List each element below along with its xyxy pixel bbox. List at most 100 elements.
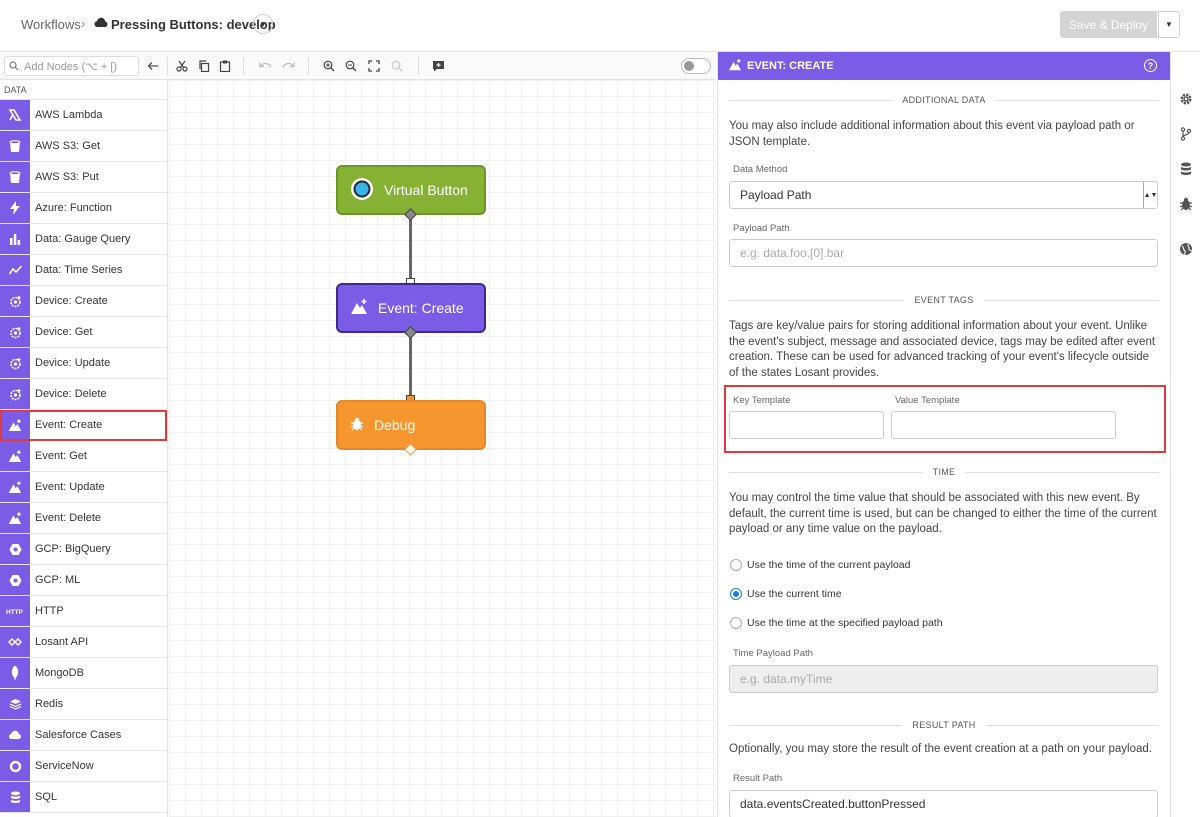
palette-item-data-gauge-query[interactable]: Data: Gauge Query <box>0 224 167 255</box>
time-option-payload[interactable]: Use the time of the current payload <box>730 559 910 571</box>
palette-item-event-delete[interactable]: Event: Delete <box>0 503 167 534</box>
event-icon <box>350 298 368 318</box>
undo-icon[interactable] <box>257 58 273 74</box>
palette-item-event-update[interactable]: Event: Update <box>0 472 167 503</box>
palette-item-mongodb[interactable]: MongoDB <box>0 658 167 689</box>
palette-item-servicenow[interactable]: ServiceNow <box>0 751 167 782</box>
palette-item-device-get[interactable]: Device: Get <box>0 317 167 348</box>
palette-item-label: Event: Delete <box>35 512 102 524</box>
data-method-label: Data Method <box>733 164 788 175</box>
palette-item-gcp-ml[interactable]: GCP: ML <box>0 565 167 596</box>
palette-item-label: Device: Create <box>35 295 108 307</box>
cut-icon[interactable] <box>174 58 190 74</box>
gear-icon[interactable] <box>1179 92 1193 106</box>
bucket-icon <box>0 131 30 161</box>
palette-item-http[interactable]: HTTP HTTP <box>0 596 167 627</box>
branch-icon[interactable] <box>1179 127 1193 141</box>
add-nodes-search[interactable]: Add Nodes (⌥ + [) <box>4 56 139 76</box>
add-comment-icon[interactable] <box>430 58 446 74</box>
fit-view-icon[interactable] <box>366 58 382 74</box>
redo-icon[interactable] <box>280 58 296 74</box>
key-template-label: Key Template <box>733 395 791 406</box>
deploy-options-dropdown[interactable]: ▼ <box>1158 11 1180 38</box>
palette-item-sql[interactable]: SQL <box>0 782 167 813</box>
palette-item-aws-s3-get[interactable]: AWS S3: Get <box>0 131 167 162</box>
bolt-icon <box>0 193 30 223</box>
database-icon <box>0 782 30 812</box>
ring-icon <box>0 751 30 781</box>
data-method-select[interactable]: Payload Path ▲▼ <box>729 181 1158 209</box>
time-option-path[interactable]: Use the time at the specified payload pa… <box>730 617 943 629</box>
radio-button-selected[interactable] <box>730 588 742 600</box>
palette-item-salesforce-cases[interactable]: Salesforce Cases <box>0 720 167 751</box>
palette-item-label: AWS S3: Get <box>35 140 101 152</box>
panel-header: EVENT: CREATE ? <box>718 52 1171 80</box>
time-help: You may control the time value that shou… <box>729 492 1157 535</box>
palette-item-label: Event: Get <box>35 450 87 462</box>
result-path-input[interactable]: data.eventsCreated.buttonPressed <box>729 790 1158 817</box>
palette-item-label: Redis <box>35 698 64 710</box>
debug-mode-toggle[interactable] <box>681 58 711 74</box>
payload-path-label: Payload Path <box>733 223 790 234</box>
paste-icon[interactable] <box>217 58 233 74</box>
palette-item-label: Data: Time Series <box>35 264 123 276</box>
zoom-reset-icon[interactable] <box>389 58 405 74</box>
palette-item-losant-api[interactable]: Losant API <box>0 627 167 658</box>
palette-item-device-delete[interactable]: Device: Delete <box>0 379 167 410</box>
palette-item-label: Azure: Function <box>35 202 113 214</box>
panel-title: EVENT: CREATE <box>747 60 834 72</box>
palette-item-label: Losant API <box>35 636 89 648</box>
event-icon <box>0 472 30 502</box>
palette-item-aws-s3-put[interactable]: AWS S3: Put <box>0 162 167 193</box>
event-icon <box>0 503 30 533</box>
collapse-palette-icon[interactable] <box>145 58 161 74</box>
key-template-input[interactable] <box>729 411 884 439</box>
database-icon[interactable] <box>1179 162 1193 176</box>
node-event-create[interactable]: Event: Create <box>336 283 486 333</box>
bar-chart-icon <box>0 224 30 254</box>
palette-item-event-create[interactable]: Event: Create <box>0 410 167 441</box>
chevron-down-icon: ▲▼ <box>1143 182 1157 208</box>
workflow-canvas[interactable]: Virtual Button Event: Create Debug <box>169 80 716 817</box>
palette-item-azure-function[interactable]: Azure: Function <box>0 193 167 224</box>
palette-item-event-get[interactable]: Event: Get <box>0 441 167 472</box>
palette-item-label: Device: Get <box>35 326 93 338</box>
event-icon <box>728 58 742 74</box>
time-option-current[interactable]: Use the current time <box>730 588 842 600</box>
zoom-in-icon[interactable] <box>321 58 337 74</box>
node-label: Debug <box>374 417 416 433</box>
side-rail <box>1170 52 1200 817</box>
palette-item-label: Data: Gauge Query <box>35 233 131 245</box>
workflow-version-dropdown[interactable]: ▼ <box>253 14 273 34</box>
add-nodes-placeholder: Add Nodes (⌥ + [) <box>24 60 118 73</box>
copy-icon[interactable] <box>196 58 212 74</box>
value-template-input[interactable] <box>891 411 1116 439</box>
palette-item-gcp-bigquery[interactable]: GCP: BigQuery <box>0 534 167 565</box>
globe-icon[interactable] <box>1179 242 1193 256</box>
palette-item-label: HTTP <box>35 605 64 617</box>
zoom-out-icon[interactable] <box>343 58 359 74</box>
palette-item-device-create[interactable]: Device: Create <box>0 286 167 317</box>
bug-icon <box>350 417 364 434</box>
palette-item-device-update[interactable]: Device: Update <box>0 348 167 379</box>
node-palette: DATA AWS Lambda AWS S3: Get AWS S3: Put Azu… <box>0 80 168 817</box>
palette-item-label: GCP: BigQuery <box>35 543 111 555</box>
event-icon <box>0 410 30 440</box>
palette-item-data-time-series[interactable]: Data: Time Series <box>0 255 167 286</box>
node-properties-panel: EVENT: CREATE ? ADDITIONAL DATA You may … <box>717 52 1171 817</box>
help-icon[interactable]: ? <box>1144 59 1157 72</box>
radio-button[interactable] <box>730 559 742 571</box>
palette-item-aws-lambda[interactable]: AWS Lambda <box>0 100 167 131</box>
bug-icon[interactable] <box>1179 197 1193 211</box>
line-chart-icon <box>0 255 30 285</box>
payload-path-input[interactable]: e.g. data.foo.[0].bar <box>729 239 1158 267</box>
node-virtual-button[interactable]: Virtual Button <box>336 165 486 215</box>
radio-button[interactable] <box>730 617 742 629</box>
result-path-label: Result Path <box>733 773 783 784</box>
breadcrumb-workflows[interactable]: Workflows <box>21 17 81 32</box>
event-icon <box>0 441 30 471</box>
breadcrumb-current: Pressing Buttons: develop <box>111 17 276 32</box>
node-debug[interactable]: Debug <box>336 400 486 450</box>
save-deploy-button[interactable]: Save & Deploy <box>1060 11 1157 38</box>
palette-item-redis[interactable]: Redis <box>0 689 167 720</box>
